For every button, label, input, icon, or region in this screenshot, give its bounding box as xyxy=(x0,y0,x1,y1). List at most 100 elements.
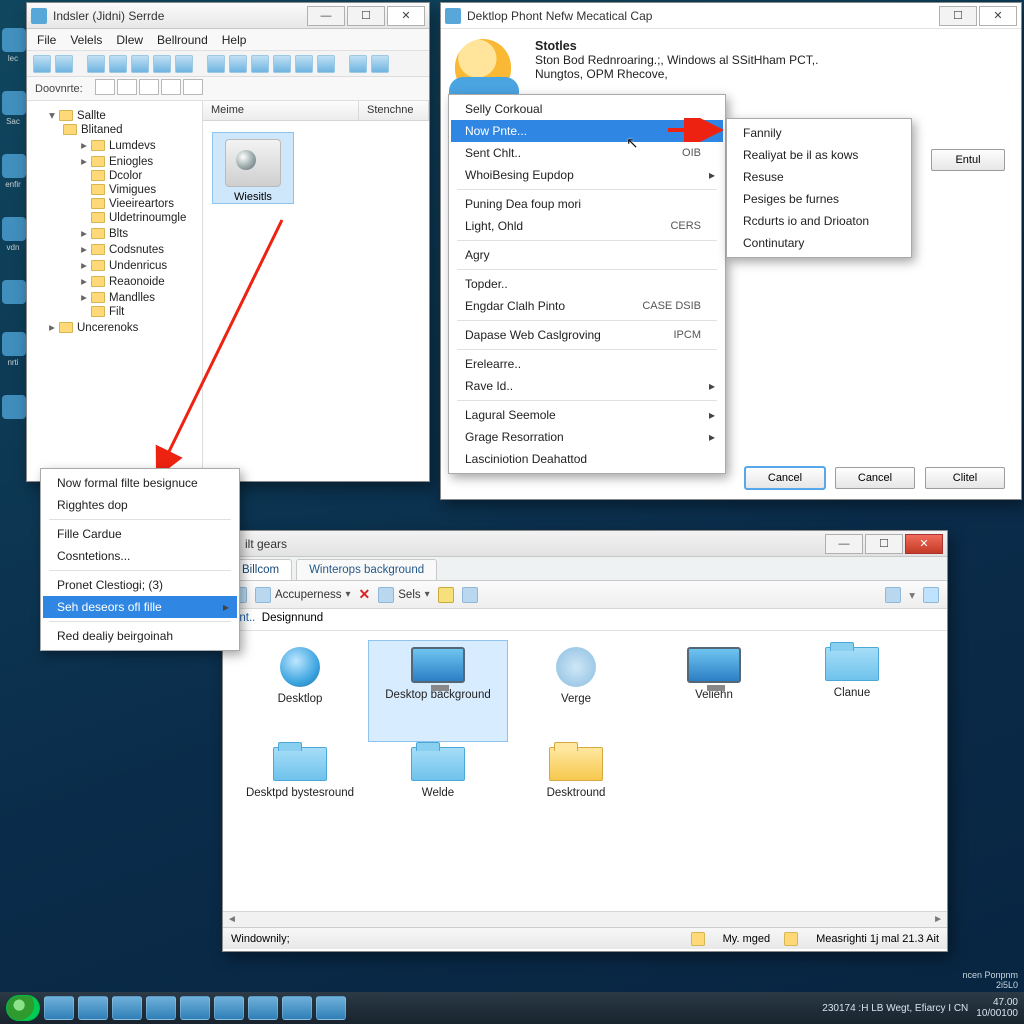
desktop-icon[interactable] xyxy=(2,395,26,419)
grid-item[interactable]: Clanue xyxy=(783,641,921,741)
grid-item[interactable]: Veliehn xyxy=(645,641,783,741)
toolbar-button[interactable] xyxy=(207,55,225,73)
tree-item[interactable]: ▸Mandlles xyxy=(33,289,198,305)
tree-item[interactable]: Uldetrinoumgle xyxy=(33,211,198,225)
toolbar-button[interactable] xyxy=(295,55,313,73)
menu-item[interactable]: Resuse xyxy=(729,166,909,188)
menu-item[interactable]: Dapase Web CaslgrovingIPCM xyxy=(451,324,723,346)
context-menu[interactable]: Selly CorkoualNow Pnte...▸Sent Chlt..OIB… xyxy=(448,94,726,474)
tree-item[interactable]: ▸Uncerenoks xyxy=(33,319,198,335)
cancel-button-2[interactable]: Cancel xyxy=(835,467,915,489)
menu-item[interactable]: Sent Chlt..OIB xyxy=(451,142,723,164)
grid-item[interactable]: Welde xyxy=(369,741,507,841)
maximize-button[interactable]: ☐ xyxy=(347,6,385,26)
menu-item[interactable]: Engdar Clalh PintoCASE DSIB xyxy=(451,295,723,317)
menu-dlew[interactable]: Dlew xyxy=(116,33,143,47)
close-button[interactable]: ✕ xyxy=(905,534,943,554)
menu-item[interactable]: Pesiges be furnes xyxy=(729,188,909,210)
menu-item[interactable]: Rigghtes dop xyxy=(43,494,237,516)
grid-item[interactable]: Verge xyxy=(507,641,645,741)
toolbar-button[interactable] xyxy=(175,55,193,73)
taskbar-item[interactable] xyxy=(146,996,176,1020)
menu-item[interactable]: Lasciniotion Deahattod xyxy=(451,448,723,470)
taskbar-item[interactable] xyxy=(282,996,312,1020)
maximize-button[interactable]: ☐ xyxy=(939,6,977,26)
view-button[interactable] xyxy=(161,79,181,95)
menu-item[interactable]: Erelearre.. xyxy=(451,353,723,375)
taskbar-item[interactable] xyxy=(316,996,346,1020)
desktop-icon[interactable] xyxy=(2,91,26,115)
menu-item[interactable]: Selly Corkoual xyxy=(451,98,723,120)
menu-item[interactable]: WhoiBesing Eupdop▸ xyxy=(451,164,723,186)
menu-item[interactable]: Pronet Clestiogi; (3) xyxy=(43,574,237,596)
menu-item[interactable]: Puning Dea foup mori xyxy=(451,193,723,215)
minimize-button[interactable]: — xyxy=(307,6,345,26)
taskbar[interactable]: 230174 :H LB Wegt, Efiarcy I CN 47.00 10… xyxy=(0,992,1024,1024)
minimize-button[interactable]: — xyxy=(825,534,863,554)
tree-item[interactable]: Blitaned xyxy=(81,124,123,136)
menu-item[interactable]: Fille Cardue xyxy=(43,523,237,545)
horizontal-scrollbar[interactable]: ◄► xyxy=(223,911,947,927)
tree-item[interactable]: ▸Undenricus xyxy=(33,257,198,273)
menu-item[interactable]: Topder.. xyxy=(451,273,723,295)
close-button[interactable]: ✕ xyxy=(387,6,425,26)
menu-item[interactable]: Rcdurts io and Drioaton xyxy=(729,210,909,232)
key-icon[interactable] xyxy=(438,587,454,603)
desktop-icon[interactable] xyxy=(2,28,26,52)
tree-item[interactable]: Vieeireartors xyxy=(33,197,198,211)
menu-item[interactable]: Seh deseors ofl fille▸ xyxy=(43,596,237,618)
taskbar-item[interactable] xyxy=(180,996,210,1020)
toolbar-button[interactable] xyxy=(87,55,105,73)
system-tray[interactable]: 230174 :H LB Wegt, Efiarcy I CN 47.00 10… xyxy=(822,997,1018,1019)
tree-item[interactable]: ▸Reaonoide xyxy=(33,273,198,289)
menu-bellround[interactable]: Bellround xyxy=(157,33,208,47)
explorer-titlebar[interactable]: Indsler (Jidni) Serrde — ☐ ✕ xyxy=(27,3,429,29)
context-submenu[interactable]: FannilyRealiyat be il as kowsResusePesig… xyxy=(726,118,912,258)
taskbar-item[interactable] xyxy=(214,996,244,1020)
grid-item[interactable]: Desktround xyxy=(507,741,645,841)
view-button[interactable] xyxy=(95,79,115,95)
view-button[interactable] xyxy=(139,79,159,95)
grid-item[interactable]: Desktpd bystesround xyxy=(231,741,369,841)
toolbar-button[interactable] xyxy=(55,55,73,73)
grid-item[interactable]: Desktop background xyxy=(369,641,507,741)
menu-item[interactable]: Grage Resorration▸ xyxy=(451,426,723,448)
view-button[interactable] xyxy=(117,79,137,95)
col-type[interactable]: Stenchne xyxy=(359,101,429,120)
view-button[interactable] xyxy=(183,79,203,95)
taskbar-item[interactable] xyxy=(248,996,278,1020)
breadcrumb[interactable]: ent.. Designnund xyxy=(223,609,947,631)
toolbar-button[interactable] xyxy=(109,55,127,73)
menu-item[interactable]: Now formal filte besignuce xyxy=(43,472,237,494)
start-button[interactable] xyxy=(6,995,40,1021)
menu-file[interactable]: File xyxy=(37,33,56,47)
taskbar-item[interactable] xyxy=(78,996,108,1020)
toolbar-button[interactable] xyxy=(371,55,389,73)
search-icon[interactable] xyxy=(462,587,478,603)
menu-help[interactable]: Help xyxy=(222,33,247,47)
toolbar-button[interactable] xyxy=(273,55,291,73)
menu-item[interactable]: Agry xyxy=(451,244,723,266)
taskbar-item[interactable] xyxy=(44,996,74,1020)
delete-icon[interactable]: ✕ xyxy=(359,586,371,603)
taskbar-item[interactable] xyxy=(112,996,142,1020)
close-button[interactable]: ✕ xyxy=(979,6,1017,26)
menu-item[interactable]: Lagural Seemole▸ xyxy=(451,404,723,426)
tree-item[interactable]: ▸Blts xyxy=(33,225,198,241)
tree-item[interactable]: Sallte xyxy=(77,110,106,122)
tree-item[interactable]: Filt xyxy=(33,305,198,319)
tree-item[interactable]: Vimigues xyxy=(33,183,198,197)
toolbar-button[interactable] xyxy=(153,55,171,73)
file-item[interactable]: Wiesitls xyxy=(213,133,293,203)
desktop-icon[interactable] xyxy=(2,332,26,356)
menu-item[interactable]: Rave Id..▸ xyxy=(451,375,723,397)
help-icon[interactable] xyxy=(923,587,939,603)
toolbar-button[interactable] xyxy=(229,55,247,73)
accuperness-dropdown[interactable]: Accuperness xyxy=(255,587,351,603)
tree-item[interactable]: ▸Eniogles xyxy=(33,153,198,169)
icon-grid[interactable]: DesktlopDesktop backgroundVergeVeliehnCl… xyxy=(223,631,947,911)
properties-titlebar[interactable]: Dektlop Phont Nefw Mecatical Cap ☐ ✕ xyxy=(441,3,1021,29)
menu-item[interactable]: Cosntetions... xyxy=(43,545,237,567)
menu-item[interactable]: Realiyat be il as kows xyxy=(729,144,909,166)
sels-dropdown[interactable]: Sels xyxy=(378,587,429,603)
